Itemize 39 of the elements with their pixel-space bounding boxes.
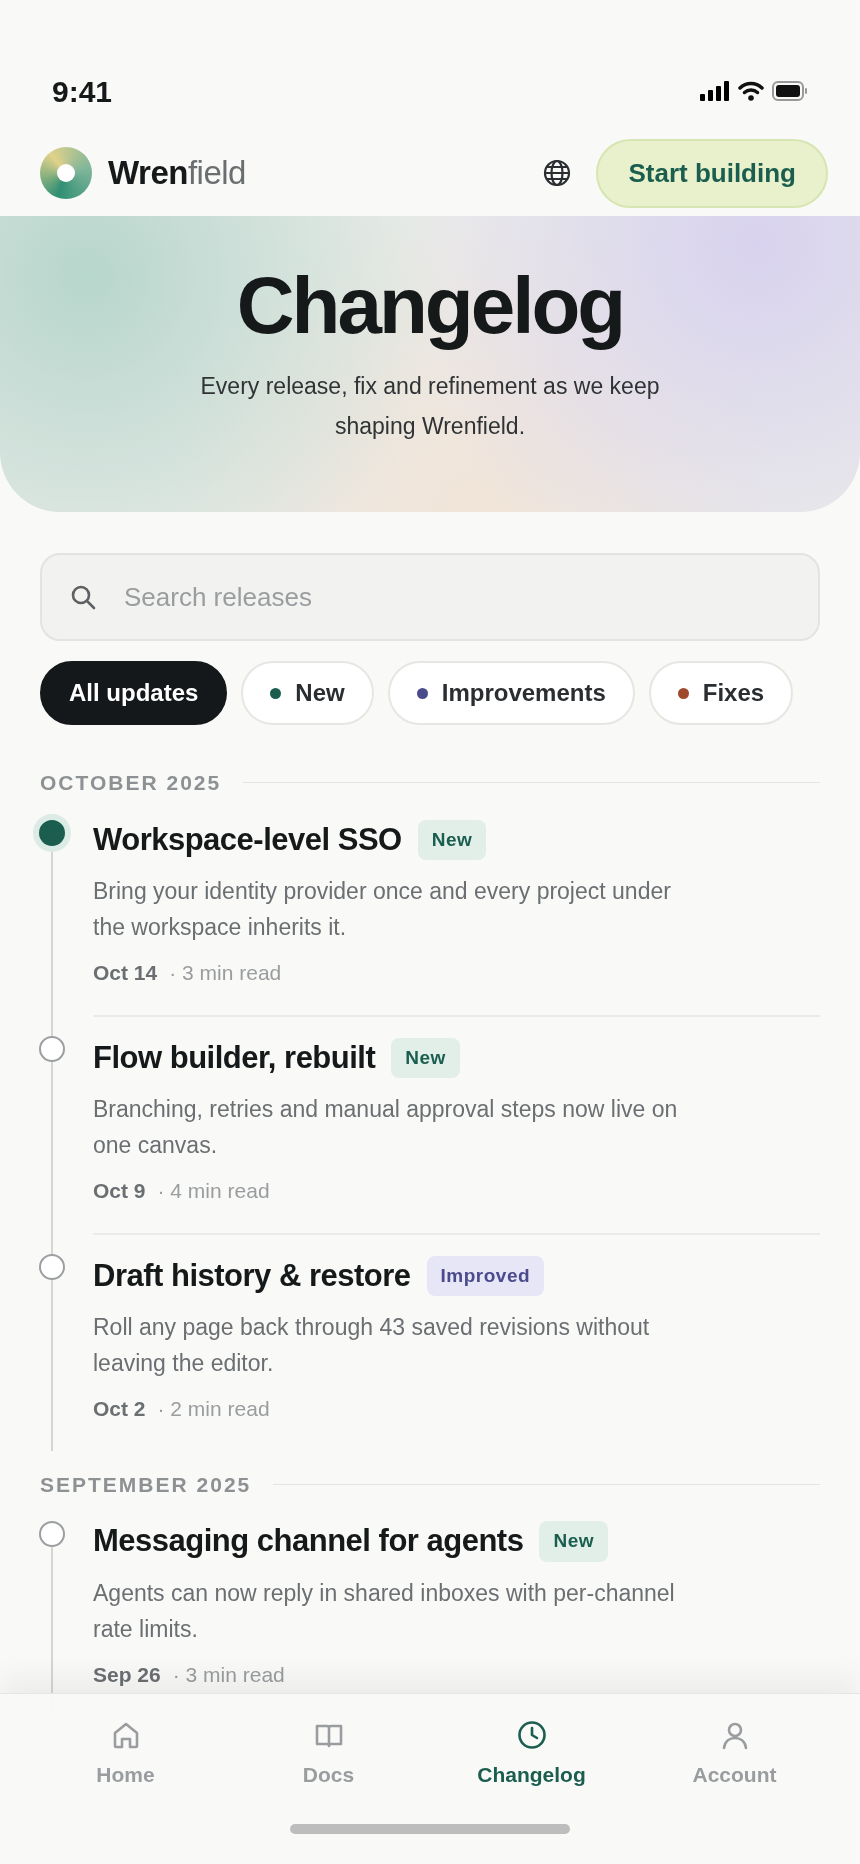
globe-icon[interactable] — [542, 158, 573, 188]
release-title[interactable]: Draft history & restore — [93, 1252, 411, 1299]
release-description: Branching, retries and manual approval steps now live on one canvas. — [93, 1095, 679, 1160]
release-description: Bring your identity provider once and every project under the workspace inherits it. — [93, 877, 672, 942]
release-title[interactable]: Flow builder, rebuilt — [93, 1034, 376, 1081]
brand-name[interactable]: Wrenfield — [108, 148, 246, 198]
read-time: · 3 min read — [169, 960, 282, 986]
release-tag: New — [417, 819, 487, 860]
start-building-button[interactable]: Start building — [596, 138, 828, 208]
release-tag: New — [539, 1521, 608, 1562]
release-date: Oct 2 — [93, 1396, 146, 1422]
release-date: Oct 9 — [93, 1178, 146, 1204]
release-date: Sep 26 — [93, 1661, 161, 1688]
signal-icon — [700, 81, 730, 101]
clock-icon — [515, 1719, 548, 1751]
filter-chip[interactable]: Improvements — [387, 661, 635, 725]
battery-icon — [772, 81, 808, 101]
release-description: Roll any page back through 43 saved revisions without leaving the editor. — [93, 1313, 651, 1378]
release-title[interactable]: Messaging channel for agents — [93, 1518, 524, 1565]
status-time: 9:41 — [52, 73, 113, 110]
search-icon — [70, 584, 96, 610]
release-tag: New — [391, 1037, 460, 1078]
read-time: · 2 min read — [157, 1396, 270, 1422]
filter-chip[interactable]: Fixes — [648, 661, 794, 725]
read-time: · 4 min read — [157, 1178, 270, 1204]
logo-icon — [40, 147, 92, 199]
release-tag: Improved — [426, 1255, 545, 1296]
tab-item[interactable]: Changelog — [430, 1718, 633, 1814]
filter-chip[interactable]: New — [241, 661, 374, 725]
month-heading: OCTOBER 2025 — [40, 770, 222, 796]
read-time: · 3 min read — [172, 1661, 285, 1688]
release-title[interactable]: Workspace-level SSO — [93, 816, 402, 863]
search-field[interactable]: Search releases — [40, 553, 820, 641]
page-subtitle: Every release, fix and refinement as we keep shaping Wrenfield. — [199, 372, 661, 441]
release-description: Agents can now reply in shared inboxes with per-channel rate limits. — [93, 1578, 676, 1644]
wifi-icon — [738, 81, 764, 101]
release-date: Oct 14 — [93, 960, 158, 986]
month-heading: SEPTEMBER 2025 — [40, 1471, 252, 1498]
filter-chip[interactable]: All updates — [40, 661, 228, 725]
